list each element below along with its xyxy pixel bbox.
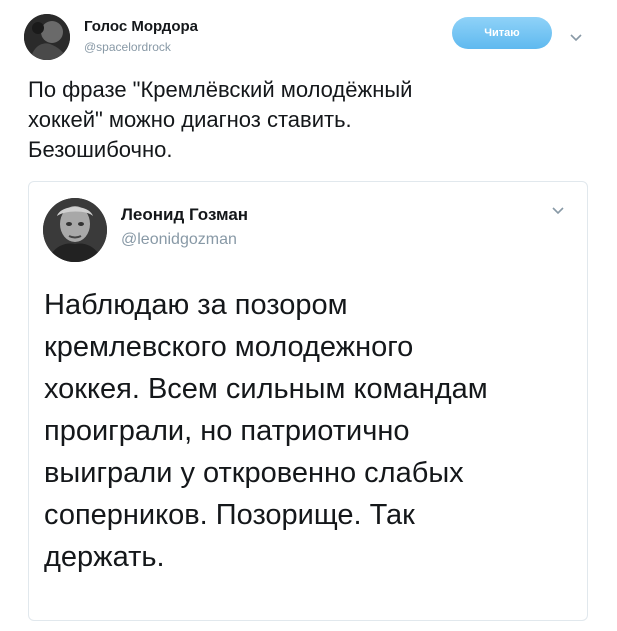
quoted-tweet-card[interactable]: Леонид Гозман @leonidgozman Наблюдаю за … (28, 181, 588, 621)
quoted-author-avatar[interactable] (43, 198, 107, 262)
quoted-author-name[interactable]: Леонид Гозман (121, 205, 248, 225)
tweet-text: По фразе "Кремлёвский молодёжный хоккей"… (28, 77, 413, 162)
chevron-down-icon[interactable] (570, 32, 582, 44)
chevron-down-icon[interactable] (552, 205, 564, 217)
author-avatar[interactable] (24, 14, 70, 60)
author-avatar-image (24, 14, 70, 60)
quoted-author-avatar-image (43, 198, 107, 262)
author-name[interactable]: Голос Мордора (84, 18, 198, 35)
quoted-author-handle[interactable]: @leonidgozman (121, 231, 237, 249)
tweet: Голос Мордора @spacelordrock Читаю По фр… (0, 0, 617, 631)
quoted-tweet-text: Наблюдаю за позором кремлевского молодеж… (44, 289, 488, 573)
author-handle[interactable]: @spacelordrock (84, 40, 171, 54)
following-button[interactable]: Читаю (452, 17, 552, 49)
